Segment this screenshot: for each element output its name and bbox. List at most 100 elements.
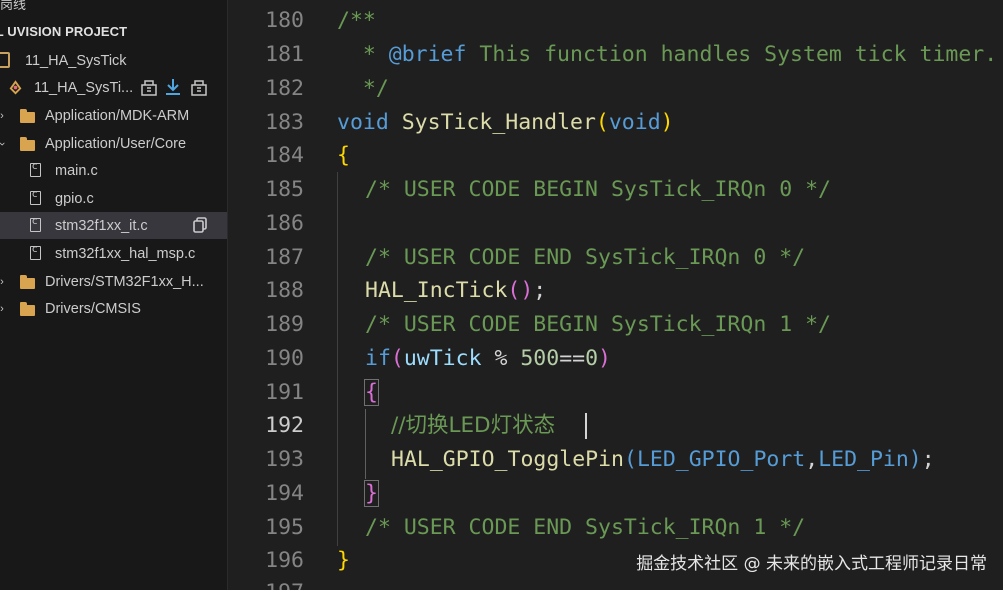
- explorer-sidebar: 岗线 IL UVISION PROJECT 11_HA_SysTick 11_H…: [0, 0, 228, 590]
- line-number: 182: [265, 76, 304, 101]
- folder-icon: [20, 137, 35, 151]
- brace-token: }: [337, 548, 350, 573]
- file-label: stm32f1xx_hal_msp.c: [55, 245, 196, 262]
- paren-token: (: [624, 447, 637, 472]
- copy-icon[interactable]: [192, 217, 208, 233]
- line-number-active: 192: [265, 413, 304, 438]
- comment-token: *: [337, 42, 389, 67]
- function-call-token: HAL_GPIO_TogglePin: [391, 447, 624, 472]
- line-number: 181: [265, 42, 304, 67]
- number-token: 500: [520, 346, 560, 371]
- line-number: 191: [265, 380, 304, 405]
- line-number: 188: [265, 278, 304, 303]
- c-file-icon: [30, 216, 41, 232]
- target-label: 11_HA_SysTi...: [34, 79, 134, 96]
- code-line: }: [337, 544, 350, 578]
- paren-token: (: [595, 110, 609, 135]
- function-name-token: SysTick_Handler: [401, 110, 596, 135]
- project-icon: [0, 52, 10, 68]
- brace-token: {: [337, 143, 350, 168]
- tree-item-file-gpio[interactable]: gpio.c: [0, 185, 227, 212]
- folder-label: Application/MDK-ARM: [45, 107, 190, 124]
- code-line: void SysTick_Handler(void): [337, 106, 674, 140]
- tree-item-folder-mdk-arm[interactable]: › Application/MDK-ARM: [0, 102, 227, 129]
- sidebar-header-fragment: 岗线: [0, 0, 27, 13]
- c-file-icon: [30, 189, 41, 205]
- folder-label: Drivers/CMSIS: [45, 300, 141, 317]
- semicolon-token: ;: [533, 278, 547, 303]
- chevron-right-icon: ›: [0, 302, 4, 315]
- folder-icon: [20, 302, 35, 316]
- tree-item-file-msp[interactable]: stm32f1xx_hal_msp.c: [0, 240, 227, 267]
- chevron-down-icon: ›: [0, 139, 8, 149]
- paren-token: ): [908, 447, 922, 472]
- tree-item-folder-drivers-hal[interactable]: › Drivers/STM32F1xx_H...: [0, 268, 227, 295]
- line-number: 185: [265, 177, 304, 202]
- chevron-right-icon: ›: [0, 109, 4, 122]
- code-line-active: //切换LED灯状态: [391, 409, 555, 443]
- line-number: 186: [265, 211, 304, 236]
- download-icon[interactable]: [164, 78, 182, 96]
- code-line: }: [364, 477, 379, 511]
- paren-token: ): [598, 346, 611, 371]
- comment-token: /**: [337, 8, 376, 33]
- code-line: * @brief This function handles System ti…: [337, 38, 997, 72]
- semicolon-token: ;: [921, 447, 935, 472]
- macro-token: LED_Pin: [818, 447, 909, 472]
- code-line: /* USER CODE END SysTick_IRQn 1 */: [365, 511, 805, 545]
- variable-token: uwTick: [403, 346, 482, 371]
- code-line: {: [364, 376, 379, 410]
- code-line: /* USER CODE BEGIN SysTick_IRQn 0 */: [365, 173, 831, 207]
- code-line: HAL_GPIO_TogglePin(LED_GPIO_Port,LED_Pin…: [391, 443, 935, 477]
- section-title[interactable]: IL UVISION PROJECT: [0, 24, 127, 39]
- comment-token: /* USER CODE BEGIN SysTick_IRQn 0 */: [365, 177, 831, 202]
- folder-icon: [20, 109, 35, 123]
- target-gear-icon: [9, 80, 22, 95]
- indent-guide: [337, 172, 338, 546]
- file-label: main.c: [55, 162, 98, 179]
- c-file-icon: [30, 161, 41, 177]
- paren-token: (): [507, 278, 534, 303]
- line-number: 184: [265, 143, 304, 168]
- comment-token: /* USER CODE END SysTick_IRQn 0 */: [365, 245, 806, 270]
- line-number: 197: [228, 576, 304, 590]
- indent-guide-active: [365, 409, 366, 479]
- comment-token: /* USER CODE END SysTick_IRQn 1 */: [365, 515, 806, 540]
- line-number: 187: [265, 245, 304, 270]
- c-file-icon: [30, 244, 41, 260]
- rebuild-icon[interactable]: [190, 78, 208, 96]
- number-token: 0: [585, 346, 599, 371]
- keyword-token: void: [337, 110, 389, 135]
- folder-icon: [20, 275, 35, 289]
- tree-item-target[interactable]: 11_HA_SysTi...: [0, 74, 227, 101]
- comment-token: //切换LED灯状态: [391, 413, 556, 438]
- code-editor[interactable]: 180 181 182 183 184 185 186 187 188 189 …: [228, 0, 1003, 590]
- tree-item-file-it[interactable]: stm32f1xx_it.c: [0, 212, 227, 239]
- comment-token: /* USER CODE BEGIN SysTick_IRQn 1 */: [365, 312, 831, 337]
- line-number: 193: [265, 447, 304, 472]
- macro-token: LED_GPIO_Port: [636, 447, 806, 472]
- tree-item-file-main[interactable]: main.c: [0, 157, 227, 184]
- function-call-token: HAL_IncTick: [365, 278, 508, 303]
- code-line: HAL_IncTick();: [365, 274, 546, 308]
- file-label: stm32f1xx_it.c: [55, 217, 148, 234]
- code-line: if(uwTick % 500==0): [365, 342, 611, 376]
- project-label: 11_HA_SysTick: [25, 52, 127, 69]
- comma-token: ,: [805, 447, 819, 472]
- code-line: /* USER CODE BEGIN SysTick_IRQn 1 */: [365, 308, 831, 342]
- tree-item-folder-user-core[interactable]: › Application/User/Core: [0, 130, 227, 157]
- tree-item-folder-drivers-cmsis[interactable]: › Drivers/CMSIS: [0, 295, 227, 322]
- code-line: /* USER CODE END SysTick_IRQn 0 */: [365, 241, 805, 275]
- code-line: /**: [337, 4, 376, 38]
- text-cursor: [585, 413, 587, 439]
- keyword-token: if: [365, 346, 391, 371]
- paren-token: ): [660, 110, 674, 135]
- operator-token: ==: [559, 346, 586, 371]
- comment-token: */: [337, 76, 389, 101]
- line-number: 180: [265, 8, 304, 33]
- operator-token: %: [481, 346, 521, 371]
- line-number: 194: [265, 481, 304, 506]
- tree-item-project[interactable]: 11_HA_SysTick: [0, 47, 227, 74]
- build-icon[interactable]: [140, 78, 158, 96]
- line-number: 196: [265, 548, 304, 573]
